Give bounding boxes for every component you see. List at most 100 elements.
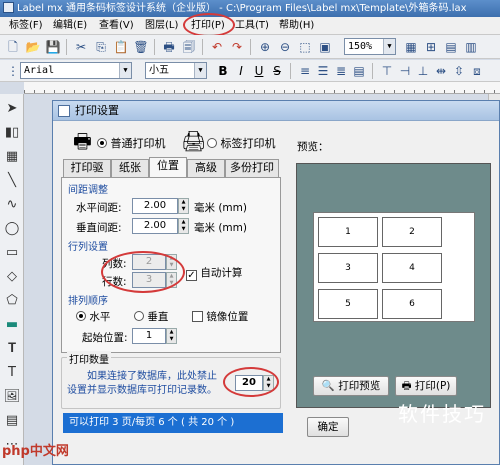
label-printer-icon: 🖨 xyxy=(181,129,207,153)
highlight-print-menu xyxy=(183,13,235,37)
zoom-select[interactable]: 150% ▼ xyxy=(344,38,396,55)
horizontal-option[interactable]: 水平 xyxy=(76,309,110,324)
dialog-app-icon xyxy=(58,105,70,117)
justify-icon[interactable]: ▤ xyxy=(350,62,368,80)
strike-button[interactable]: S xyxy=(268,62,286,80)
preview-label: 预览： xyxy=(297,141,329,153)
italic-button[interactable]: I xyxy=(232,62,250,80)
snap-icon[interactable]: ⊞ xyxy=(422,38,440,56)
actual-size-icon[interactable]: ▣ xyxy=(316,38,334,56)
table-icon[interactable]: ▥ xyxy=(462,38,480,56)
horizontal-radio[interactable] xyxy=(76,311,86,321)
open-icon[interactable]: 📂 xyxy=(24,38,42,56)
print-preview-button[interactable]: 🔍 打印预览 xyxy=(313,376,389,396)
auto-calc-option[interactable]: ✓ 自动计算 xyxy=(186,265,242,281)
align-left-icon[interactable]: ≡ xyxy=(296,62,314,80)
mirror-checkbox[interactable] xyxy=(192,311,203,322)
copy-icon[interactable]: ⎘ xyxy=(92,38,110,56)
menu-edit[interactable]: 编辑(E) xyxy=(50,19,90,33)
start-position-input[interactable]: 1 ▲ ▼ xyxy=(132,328,177,344)
auto-calc-checkbox[interactable]: ✓ xyxy=(186,270,197,281)
ok-button[interactable]: 确定 xyxy=(307,417,349,437)
zoom-in-icon[interactable]: ⊕ xyxy=(256,38,274,56)
distribute-h-icon[interactable]: ⇹ xyxy=(432,62,450,80)
font-name-select[interactable]: Arial ▼ xyxy=(20,62,132,79)
curve-icon[interactable]: ∿ xyxy=(3,196,21,214)
vertical-radio[interactable] xyxy=(134,311,144,321)
v-spacing-label: 垂直间距: xyxy=(76,222,122,234)
normal-printer-radio[interactable] xyxy=(97,138,107,148)
menu-view[interactable]: 查看(V) xyxy=(96,19,137,33)
spin-buttons-icon[interactable]: ▲ ▼ xyxy=(178,198,189,214)
print-icon[interactable]: 🖶 xyxy=(160,38,178,56)
distribute-v-icon[interactable]: ⇳ xyxy=(450,62,468,80)
rectangle-icon[interactable]: ▭ xyxy=(3,244,21,262)
diamond-icon[interactable]: ◇ xyxy=(3,268,21,286)
tab-print-driver[interactable]: 打印驱动 xyxy=(63,159,111,190)
rowcol-group-title: 行列设置 xyxy=(68,242,108,253)
menu-label[interactable]: 标签(F) xyxy=(6,19,46,33)
print-count-note-1: 如果连接了数据库，此处禁止 xyxy=(87,371,217,382)
pointer-icon[interactable]: ➤ xyxy=(3,100,21,118)
cut-icon[interactable]: ✂ xyxy=(72,38,90,56)
layout-icon[interactable]: ▤ xyxy=(442,38,460,56)
align-top-icon[interactable]: ⊤ xyxy=(378,62,396,80)
menu-tools[interactable]: 工具(T) xyxy=(232,19,272,33)
shape-icon[interactable]: ⬠ xyxy=(3,292,21,310)
bold-button[interactable]: B xyxy=(214,62,232,80)
tab-multi-copy[interactable]: 多份打印 xyxy=(225,159,279,177)
tab-paper[interactable]: 纸张 xyxy=(111,159,149,177)
qrcode-icon[interactable]: ▦ xyxy=(3,148,21,166)
label-printer-option[interactable]: 标签打印机 xyxy=(207,135,276,151)
tool-palette: ➤ ▮▯ ▦ ╲ ∿ ◯ ▭ ◇ ⬠ ▬ 𝐓 T 🖼 ▤ ⋯ xyxy=(0,94,24,465)
h-spacing-unit: 毫米 (mm) xyxy=(194,202,247,214)
label-printer-radio[interactable] xyxy=(207,138,217,148)
delete-icon[interactable]: 🗑 xyxy=(132,38,150,56)
tab-advanced[interactable]: 高级 xyxy=(187,159,225,177)
spin-buttons-icon[interactable]: ▲ ▼ xyxy=(178,218,189,234)
align-right-icon[interactable]: ≣ xyxy=(332,62,350,80)
undo-icon[interactable]: ↶ xyxy=(208,38,226,56)
window-title: Label mx 通用条码标签设计系统（企业版） - C:\Program Fi… xyxy=(17,3,467,14)
text-block-icon[interactable]: 𝐓 xyxy=(3,340,21,358)
v-spacing-input[interactable]: 2.00 ▲ ▼ xyxy=(132,218,189,234)
spin-buttons-icon[interactable]: ▲ ▼ xyxy=(166,328,177,344)
fill-rect-icon[interactable]: ▬ xyxy=(3,316,21,334)
v-spacing-value: 2.00 xyxy=(143,220,167,231)
tab-position[interactable]: 位置 xyxy=(149,157,187,178)
barcode-icon[interactable]: ▮▯ xyxy=(3,124,21,142)
mirror-option[interactable]: 镜像位置 xyxy=(192,309,248,324)
image-icon[interactable]: 🖼 xyxy=(3,388,21,406)
normal-printer-option[interactable]: 普通打印机 xyxy=(97,135,166,151)
print-button[interactable]: 🖶 打印(P) xyxy=(395,376,457,396)
font-size-select[interactable]: 小五 ▼ xyxy=(145,62,207,79)
new-icon[interactable]: 🗋 xyxy=(4,38,22,56)
menu-layer[interactable]: 图层(L) xyxy=(142,19,181,33)
h-spacing-input[interactable]: 2.00 ▲ ▼ xyxy=(132,198,189,214)
text-icon[interactable]: T xyxy=(3,364,21,382)
save-icon[interactable]: 💾 xyxy=(44,38,62,56)
format-toolbar: ⋮ Arial ▼ 小五 ▼ B I U S ≡ ☰ ≣ ▤ ⊤ ⊣ ⊥ ⇹ ⇳… xyxy=(0,60,500,82)
font-name-value: Arial xyxy=(24,65,55,76)
v-spacing-unit: 毫米 (mm) xyxy=(194,222,247,234)
align-center-icon[interactable]: ☰ xyxy=(314,62,332,80)
redo-icon[interactable]: ↷ xyxy=(228,38,246,56)
menu-help[interactable]: 帮助(H) xyxy=(276,19,317,33)
print-preview-icon[interactable]: 🗐 xyxy=(180,38,198,56)
ellipse-icon[interactable]: ◯ xyxy=(3,220,21,238)
paste-icon[interactable]: 📋 xyxy=(112,38,130,56)
ok-label: 确定 xyxy=(317,421,339,433)
grid-icon[interactable]: ▦ xyxy=(402,38,420,56)
line-icon[interactable]: ╲ xyxy=(3,172,21,190)
vertical-option[interactable]: 垂直 xyxy=(134,309,168,324)
zoom-out-icon[interactable]: ⊖ xyxy=(276,38,294,56)
underline-button[interactable]: U xyxy=(250,62,268,80)
fit-page-icon[interactable]: ⬚ xyxy=(296,38,314,56)
zoom-value: 150% xyxy=(348,41,373,52)
table-tool-icon[interactable]: ▤ xyxy=(3,412,21,430)
h-spacing-label: 水平间距: xyxy=(76,202,122,214)
preview-cell: 2 xyxy=(382,217,442,247)
align-middle-icon[interactable]: ⊣ xyxy=(396,62,414,80)
align-bottom-icon[interactable]: ⊥ xyxy=(414,62,432,80)
same-size-icon[interactable]: ⧈ xyxy=(468,62,486,80)
